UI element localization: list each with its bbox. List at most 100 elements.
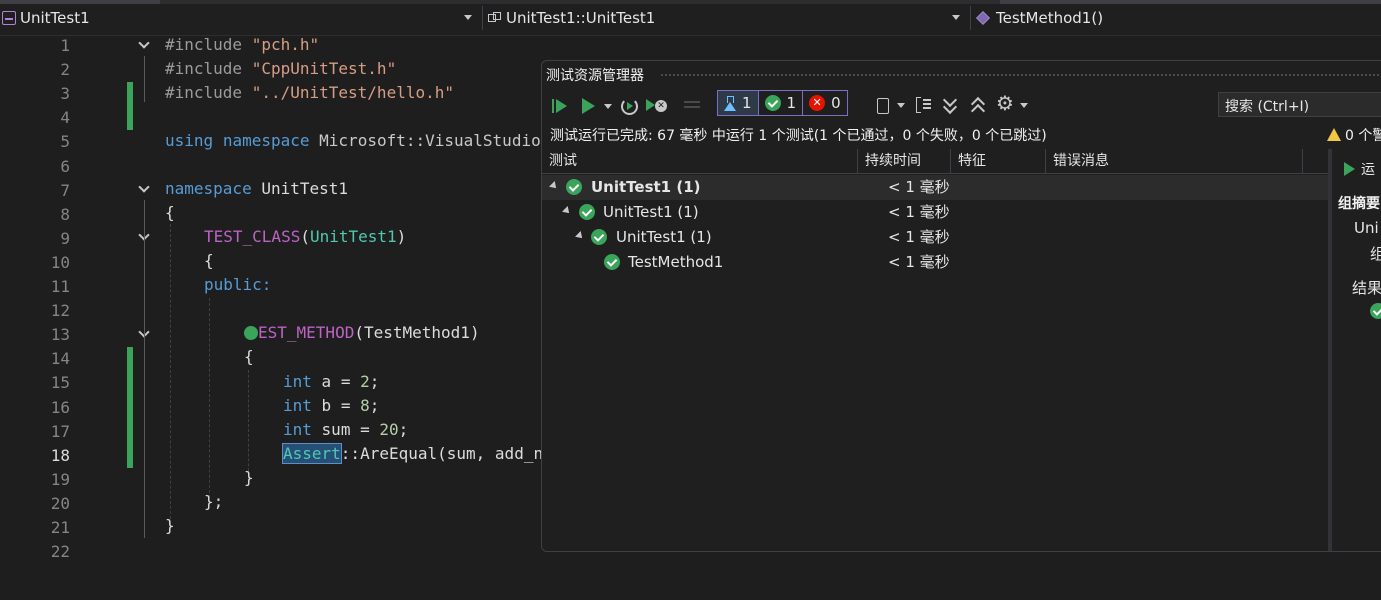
fold-toggle-icon[interactable] xyxy=(138,39,150,51)
semicolon: ; xyxy=(369,396,380,415)
cancel-run-icon[interactable] xyxy=(646,95,667,117)
error-circle-icon: ✕ xyxy=(809,95,826,111)
grid-header: 测试 持续时间 特征 错误消息 xyxy=(542,149,1328,174)
repeat-last-run-icon[interactable] xyxy=(620,95,638,117)
check-circle-icon xyxy=(604,254,620,270)
line-number: 5 xyxy=(60,132,70,151)
collapse-all-icon[interactable] xyxy=(970,95,988,117)
semicolon: ; xyxy=(398,420,409,439)
run-button[interactable]: 运 xyxy=(1344,159,1375,179)
test-detail-pane: 运 组摘要 Uni 组 结果 xyxy=(1332,149,1381,551)
project-dropdown-label: UnitTest1 xyxy=(20,9,90,27)
failed-tests-filter[interactable]: ✕ 0 xyxy=(803,91,847,115)
code-line-14: { xyxy=(244,347,254,366)
code-line-5: using namespace Microsoft::VisualStudio xyxy=(165,129,541,153)
line-number: 15 xyxy=(50,373,70,392)
project-icon xyxy=(2,11,16,25)
code-line-3: #include "../UnitTest/hello.h" xyxy=(165,81,454,105)
line-number: 21 xyxy=(50,518,70,537)
nav-separator xyxy=(970,6,971,30)
line-number: 19 xyxy=(50,470,70,489)
code-line-17: int sum = 20; xyxy=(283,418,408,442)
namespace-name: Microsoft::VisualStudio xyxy=(319,131,541,150)
playlist-icon[interactable] xyxy=(875,95,905,117)
failed-tests-count: 0 xyxy=(831,94,841,112)
column-header-duration[interactable]: 持续时间 xyxy=(858,149,951,174)
chevron-down-icon xyxy=(952,15,960,20)
navigation-bar: UnitTest1 UnitTest1::UnitTest1 TestMetho… xyxy=(0,0,1381,36)
test-name: UnitTest1 (1) xyxy=(603,203,699,221)
fold-toggle-icon[interactable] xyxy=(138,183,150,195)
line-number: 12 xyxy=(50,301,70,320)
column-header-traits[interactable]: 特征 xyxy=(951,149,1046,174)
keyword: namespace xyxy=(222,131,310,150)
semicolon: ; xyxy=(369,372,380,391)
test-name: UnitTest1 (1) xyxy=(616,228,712,246)
expand-arrow-icon[interactable] xyxy=(562,206,572,216)
include-path: "../UnitTest/hello.h" xyxy=(251,83,454,102)
method-name: TestMethod1 xyxy=(363,323,470,342)
flask-icon xyxy=(724,95,736,111)
indent-guide xyxy=(209,298,210,498)
detail-result-label: 结果 xyxy=(1352,279,1381,297)
number-literal: 8 xyxy=(360,396,370,415)
expand-arrow-icon[interactable] xyxy=(549,181,559,191)
change-marker xyxy=(127,347,133,468)
test-name: TestMethod1 xyxy=(628,253,724,271)
code-line-2: #include "CppUnitTest.h" xyxy=(165,57,396,81)
expand-arrow-icon[interactable] xyxy=(575,231,585,241)
tab-segment xyxy=(0,0,160,4)
tree-row[interactable]: UnitTest1 (1) < 1 毫秒 xyxy=(542,225,1328,250)
nav-separator xyxy=(482,6,483,30)
variable: a xyxy=(321,372,332,391)
code-line-15: int a = 2; xyxy=(283,370,379,394)
variable: b xyxy=(321,396,332,415)
line-number: 16 xyxy=(50,398,70,417)
test-run-status: 测试运行已完成: 67 毫秒 中运行 1 个测试(1 个已通过，0 个失败，0 … xyxy=(550,128,1047,144)
indent-guide xyxy=(170,224,171,524)
number-literal: 2 xyxy=(360,372,370,391)
line-number-current: 18 xyxy=(50,446,70,465)
scope-dropdown[interactable]: UnitTest1::UnitTest1 xyxy=(486,6,966,30)
hierarchy-icon[interactable] xyxy=(914,95,934,117)
keyword: using xyxy=(165,131,214,150)
variable: sum xyxy=(321,420,351,439)
tree-row[interactable]: UnitTest1 (1) < 1 毫秒 xyxy=(542,175,1328,200)
warning-count[interactable]: 0 个警 xyxy=(1327,125,1381,145)
paren: ) xyxy=(469,323,480,342)
run-all-tests-icon[interactable] xyxy=(552,95,570,117)
tree-row[interactable]: TestMethod1 < 1 毫秒 xyxy=(542,250,1328,275)
test-results-grid: 测试 持续时间 特征 错误消息 UnitTest1 (1) < 1 毫秒 Uni… xyxy=(542,149,1328,551)
project-dropdown[interactable]: UnitTest1 xyxy=(2,6,478,30)
column-header-error-message[interactable]: 错误消息 xyxy=(1046,149,1303,174)
scope-dropdown-label: UnitTest1::UnitTest1 xyxy=(506,9,656,27)
search-input[interactable]: 搜索 (Ctrl+I) xyxy=(1218,92,1381,117)
passed-tests-count: 1 xyxy=(786,94,797,112)
run-dropdown-icon[interactable] xyxy=(602,95,612,117)
line-number: 8 xyxy=(60,205,70,224)
tree-row[interactable]: UnitTest1 (1) < 1 毫秒 xyxy=(542,200,1328,225)
keyword: namespace xyxy=(165,179,252,198)
run-tests-icon[interactable] xyxy=(580,95,596,117)
expand-all-icon[interactable] xyxy=(942,95,960,117)
check-circle-icon xyxy=(1370,303,1381,319)
tab-segment xyxy=(1000,0,1381,4)
type-keyword: int xyxy=(283,420,312,439)
codelens-test-passed-icon[interactable] xyxy=(244,326,258,340)
passed-tests-filter[interactable]: 1 xyxy=(759,91,804,115)
line-number: 10 xyxy=(50,253,70,272)
member-dropdown[interactable]: TestMethod1() xyxy=(976,6,1381,30)
highlighted-symbol[interactable]: Assert xyxy=(282,443,342,464)
gear-icon[interactable] xyxy=(996,91,1028,117)
column-header-test[interactable]: 测试 xyxy=(542,149,858,174)
code-line-13: EST_METHOD(TestMethod1) xyxy=(258,321,480,345)
test-counters: 1 1 ✕ 0 xyxy=(717,90,848,116)
drag-grip[interactable] xyxy=(660,73,1381,78)
total-tests-filter[interactable]: 1 xyxy=(718,91,759,115)
class-icon xyxy=(486,11,502,25)
outline-scope-line xyxy=(144,56,145,102)
test-duration: < 1 毫秒 xyxy=(888,228,950,246)
test-explorer-title[interactable]: 测试资源管理器 xyxy=(546,65,644,85)
test-duration: < 1 毫秒 xyxy=(888,253,950,271)
check-circle-icon xyxy=(591,229,607,245)
